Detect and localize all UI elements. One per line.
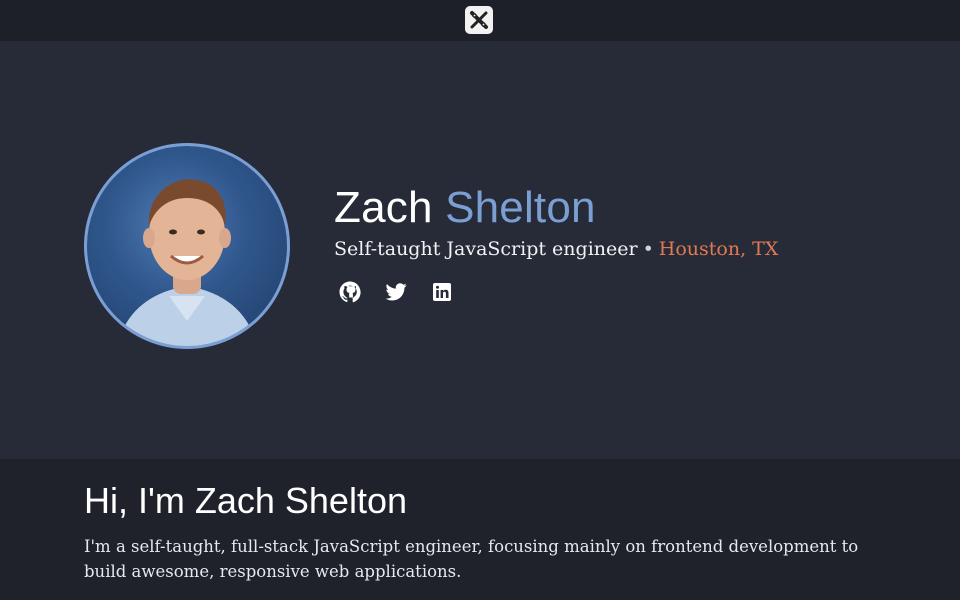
tagline: Self-taught JavaScript engineer • Houston,… bbox=[334, 237, 778, 261]
linkedin-link[interactable] bbox=[430, 280, 454, 304]
about-body: I'm a self-taught, full-stack JavaScript… bbox=[84, 537, 859, 581]
profile-name: Zach Shelton bbox=[334, 182, 596, 234]
about-heading: Hi, I'm Zach Shelton bbox=[84, 480, 407, 521]
top-bar bbox=[0, 0, 960, 41]
avatar-portrait bbox=[117, 179, 257, 346]
linkedin-icon bbox=[433, 283, 451, 301]
twitter-icon bbox=[385, 283, 407, 301]
separator-dot: • bbox=[642, 238, 654, 260]
first-name: Zach bbox=[334, 183, 433, 232]
twitter-link[interactable] bbox=[384, 280, 408, 304]
hero-section: Zach Shelton Self-taught JavaScript engi… bbox=[0, 41, 960, 459]
last-name: Shelton bbox=[445, 183, 596, 232]
github-icon bbox=[339, 281, 361, 303]
avatar bbox=[84, 143, 290, 349]
site-logo[interactable] bbox=[465, 6, 493, 34]
github-link[interactable] bbox=[338, 280, 362, 304]
about-section: Hi, I'm Zach Shelton I'm a self-taught, … bbox=[84, 478, 884, 584]
x-logo-icon bbox=[470, 11, 488, 29]
social-links bbox=[338, 279, 454, 305]
location-text: Houston, TX bbox=[658, 238, 779, 260]
role-text: Self-taught JavaScript engineer bbox=[334, 238, 638, 260]
